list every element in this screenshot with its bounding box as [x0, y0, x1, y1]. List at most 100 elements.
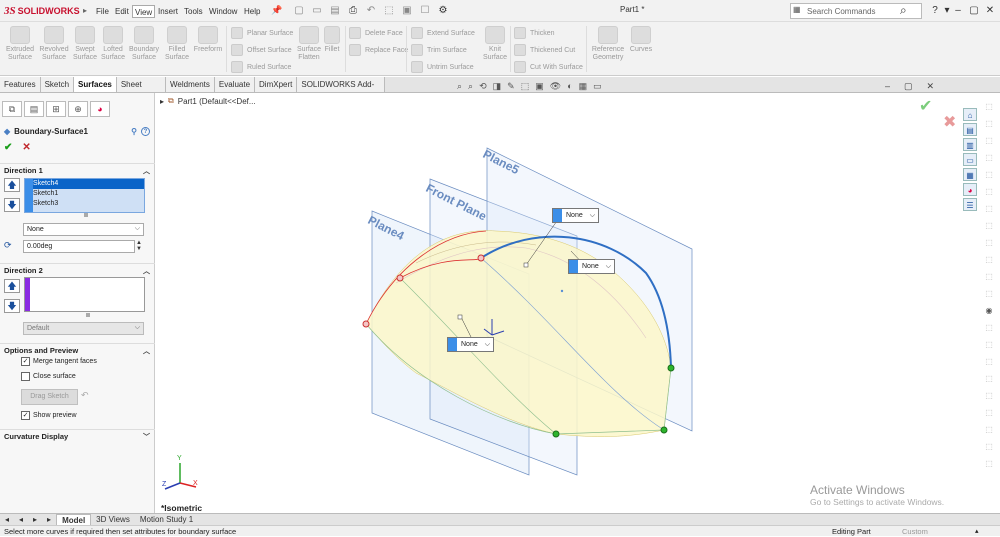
collapse-chevron-icon[interactable]: ︿ — [143, 166, 150, 176]
tool-icon[interactable]: ⬚ — [983, 101, 995, 113]
search-scope-icon[interactable]: ▦ — [793, 5, 803, 15]
replace-face-button[interactable]: Replace Face — [349, 43, 408, 57]
help-icon[interactable]: ? — [141, 126, 150, 136]
curves-button[interactable]: Curves — [624, 26, 658, 72]
revolved-surface-button[interactable]: Revolved Surface — [37, 26, 71, 72]
boundary-surface-button[interactable]: Boundary Surface — [127, 26, 161, 72]
handle[interactable] — [523, 262, 529, 268]
options-preview-header[interactable]: Options and Preview ︿ — [0, 343, 155, 356]
viewport-restore-icon[interactable]: ▢ — [904, 81, 913, 92]
direction1-curves-list[interactable]: Sketch4 Sketch1 Sketch3 — [24, 178, 145, 213]
tab-nav-last-icon[interactable]: ▸ — [42, 514, 56, 526]
tool-icon[interactable]: ⬚ — [983, 339, 995, 351]
tool-icon[interactable]: ⬚ — [983, 118, 995, 130]
filled-surface-button[interactable]: Filled Surface — [160, 26, 194, 72]
feature-tree-tab-icon[interactable]: ⧉ — [2, 101, 22, 117]
solidworks-logo[interactable]: 3S SOLIDWORKS — [4, 3, 82, 19]
endpoint[interactable] — [396, 274, 404, 282]
open-icon[interactable]: ▭ — [310, 4, 324, 18]
list-item[interactable]: Sketch3 — [25, 199, 144, 209]
view-palette-icon[interactable]: ▦ — [963, 168, 977, 181]
drag-sketch-button[interactable]: Drag Sketch — [21, 389, 78, 405]
resize-handle[interactable] — [86, 313, 90, 317]
ok-check-icon[interactable]: ✔ — [4, 142, 12, 154]
endpoint[interactable] — [552, 430, 560, 438]
minimize-button[interactable]: – — [951, 4, 965, 18]
menu-help[interactable]: Help — [242, 5, 262, 18]
tab-solidworks-addins[interactable]: SOLIDWORKS Add-Ins — [297, 77, 385, 104]
tool-icon[interactable]: ⬚ — [983, 186, 995, 198]
units-selector[interactable]: Custom — [902, 526, 928, 537]
tool-icon[interactable]: ⬚ — [983, 271, 995, 283]
delete-face-button[interactable]: Delete Face — [349, 26, 403, 40]
lofted-surface-button[interactable]: Lofted Surface — [96, 26, 130, 72]
handle[interactable] — [457, 314, 463, 320]
design-library-icon[interactable]: ▥ — [963, 138, 977, 151]
ruled-surface-button[interactable]: Ruled Surface — [231, 60, 291, 74]
extruded-surface-button[interactable]: Extruded Surface — [3, 26, 37, 72]
endpoint[interactable] — [362, 320, 370, 328]
dimxpert-manager-tab-icon[interactable]: ⊕ — [68, 101, 88, 117]
direction2-header[interactable]: Direction 2 ︿ — [0, 263, 155, 276]
tab-dimxpert[interactable]: DimXpert — [255, 77, 298, 92]
merge-tangent-faces-option[interactable]: ✓ Merge tangent faces — [21, 357, 97, 366]
curvature-display-header[interactable]: Curvature Display ﹀ — [0, 429, 155, 442]
cancel-x-icon[interactable]: ✕ — [22, 142, 30, 154]
pin-icon[interactable]: 📌 — [271, 5, 282, 16]
tool-icon[interactable]: ⬚ — [983, 135, 995, 147]
tab-surfaces[interactable]: Surfaces — [74, 77, 117, 92]
close-surface-option[interactable]: Close surface — [21, 372, 76, 381]
list-item[interactable]: Sketch4 — [25, 179, 144, 189]
tool-icon[interactable]: ⬚ — [983, 424, 995, 436]
tab-motion-study-1[interactable]: Motion Study 1 — [135, 514, 198, 526]
merge-tangent-faces-checkbox[interactable]: ✓ — [21, 357, 30, 366]
custom-properties-icon[interactable]: ☰ — [963, 198, 977, 211]
direction1-tangency-select[interactable]: None ⌵ — [23, 223, 144, 236]
close-window-button[interactable]: ✕ — [983, 4, 997, 18]
direction1-header[interactable]: Direction 1 ︿ — [0, 163, 155, 176]
print-icon[interactable]: ⎙ — [346, 4, 360, 18]
tool-icon[interactable]: ⬚ — [983, 390, 995, 402]
configuration-manager-tab-icon[interactable]: ⊞ — [46, 101, 66, 117]
chevron-right-icon[interactable]: ▸ — [83, 6, 91, 16]
search-icon[interactable]: ⌕ — [900, 3, 916, 19]
trim-surface-button[interactable]: Trim Surface — [411, 43, 467, 57]
tool-icon[interactable]: ⬚ — [983, 356, 995, 368]
knit-surface-button[interactable]: Knit Surface — [478, 26, 512, 72]
move-up-button[interactable]: 🡅 — [4, 279, 20, 293]
undo-sketch-drag-icon[interactable]: ↶ — [81, 390, 89, 401]
collapse-chevron-icon[interactable]: ︿ — [143, 346, 150, 356]
save-icon[interactable]: ▤ — [328, 4, 342, 18]
details-icon[interactable]: ⚲ — [131, 127, 137, 136]
offset-surface-button[interactable]: Offset Surface — [231, 43, 292, 57]
tab-features[interactable]: Features — [0, 77, 41, 92]
show-preview-option[interactable]: ✓ Show preview — [21, 411, 77, 420]
move-down-button[interactable]: 🡇 — [4, 299, 20, 313]
direction2-tangency-select[interactable]: Default ⌵ — [23, 322, 144, 335]
resize-handle[interactable] — [84, 213, 88, 217]
rebuild-icon[interactable]: ▣ — [400, 4, 414, 18]
tool-icon[interactable]: ⬚ — [983, 458, 995, 470]
menu-window[interactable]: Window — [207, 5, 239, 18]
menu-file[interactable]: File — [94, 5, 111, 18]
file-explorer-icon[interactable]: ▭ — [963, 153, 977, 166]
tool-icon[interactable]: ⬚ — [983, 237, 995, 249]
tool-icon[interactable]: ⬚ — [983, 288, 995, 300]
fillet-button[interactable]: Fillet — [320, 26, 344, 72]
tab-weldments[interactable]: Weldments — [166, 77, 215, 92]
undo-icon[interactable]: ↶ — [364, 4, 378, 18]
appearances-icon[interactable]: ◕ — [963, 183, 977, 196]
endpoint[interactable] — [477, 254, 485, 262]
options-gear-icon[interactable]: ⚙ — [436, 4, 450, 18]
cut-with-surface-button[interactable]: Cut With Surface — [514, 60, 583, 74]
tab-evaluate[interactable]: Evaluate — [214, 77, 256, 92]
draft-angle-input[interactable]: 0.00deg — [23, 240, 135, 253]
tool-icon[interactable]: ⬚ — [983, 322, 995, 334]
tab-nav-first-icon[interactable]: ◂ — [0, 514, 14, 526]
tool-icon[interactable]: ⬚ — [983, 254, 995, 266]
new-document-icon[interactable]: ▢ — [292, 4, 306, 18]
tab-sheet-metal[interactable]: Sheet Metal — [116, 77, 167, 104]
viewport-close-icon[interactable]: ✕ — [927, 81, 935, 92]
angle-spinner[interactable]: ▲ ▼ — [136, 240, 144, 253]
menu-edit[interactable]: Edit — [113, 5, 131, 18]
